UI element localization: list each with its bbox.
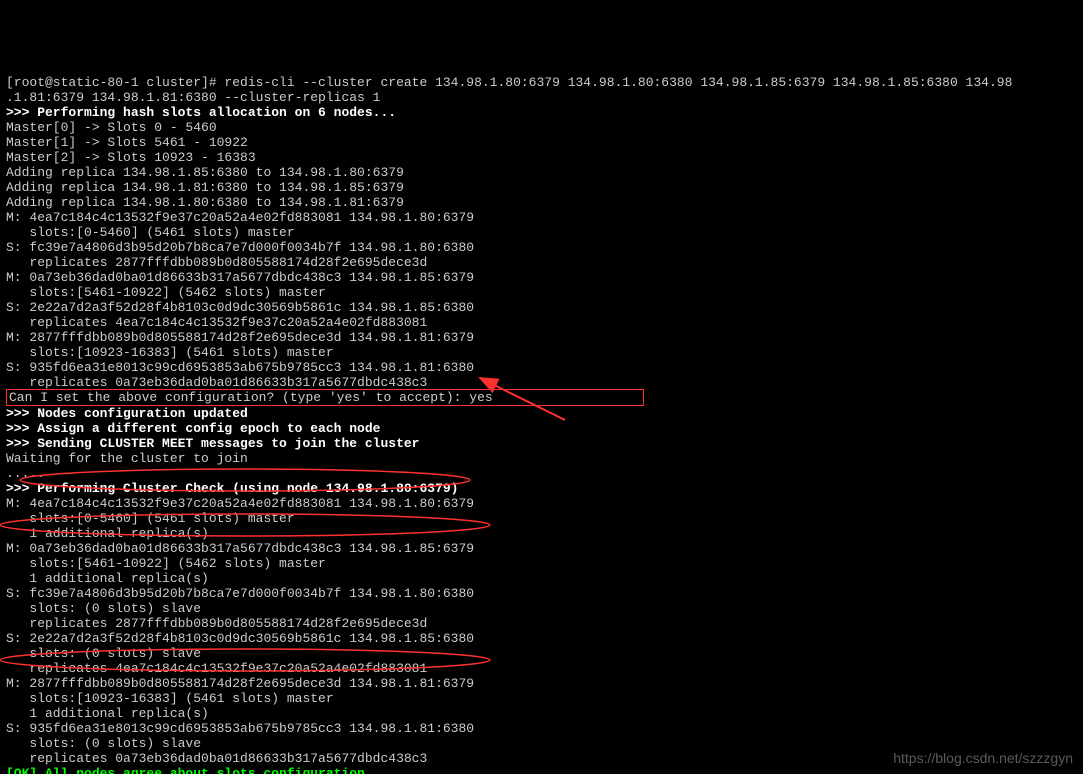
terminal-line: replicates 0a73eb36dad0ba01d86633b317a56… xyxy=(6,375,1077,390)
terminal-line: S: fc39e7a4806d3b95d20b7b8ca7e7d000f0034… xyxy=(6,240,1077,255)
terminal-line: slots:[10923-16383] (5461 slots) master xyxy=(6,345,1077,360)
terminal-line: replicates 2877fffdbb089b0d805588174d28f… xyxy=(6,255,1077,270)
terminal-line: replicates 4ea7c184c4c13532f9e37c20a52a4… xyxy=(6,661,1077,676)
terminal-line: Master[2] -> Slots 10923 - 16383 xyxy=(6,150,1077,165)
terminal-line: [root@static-80-1 cluster]# redis-cli --… xyxy=(6,75,1077,90)
terminal-line: 1 additional replica(s) xyxy=(6,571,1077,586)
terminal-line: S: 935fd6ea31e8013c99cd6953853ab675b9785… xyxy=(6,360,1077,375)
terminal-output[interactable]: [root@static-80-1 cluster]# redis-cli --… xyxy=(0,75,1083,774)
terminal-line: slots:[0-5460] (5461 slots) master xyxy=(6,225,1077,240)
terminal-line: slots: (0 slots) slave xyxy=(6,646,1077,661)
terminal-line: >>> Sending CLUSTER MEET messages to joi… xyxy=(6,436,1077,451)
terminal-line: S: 935fd6ea31e8013c99cd6953853ab675b9785… xyxy=(6,721,1077,736)
terminal-line: slots:[0-5460] (5461 slots) master xyxy=(6,511,1077,526)
terminal-line: replicates 4ea7c184c4c13532f9e37c20a52a4… xyxy=(6,315,1077,330)
terminal-line: >>> Performing Cluster Check (using node… xyxy=(6,481,1077,496)
terminal-line: slots:[10923-16383] (5461 slots) master xyxy=(6,691,1077,706)
terminal-line: Adding replica 134.98.1.81:6380 to 134.9… xyxy=(6,180,1077,195)
terminal-line: >>> Nodes configuration updated xyxy=(6,406,1077,421)
terminal-line: >>> Assign a different config epoch to e… xyxy=(6,421,1077,436)
terminal-line: Can I set the above configuration? (type… xyxy=(6,390,1077,406)
terminal-line: S: 2e22a7d2a3f52d28f4b8103c0d9dc30569b58… xyxy=(6,300,1077,315)
terminal-line: slots: (0 slots) slave xyxy=(6,601,1077,616)
terminal-line: Master[1] -> Slots 5461 - 10922 xyxy=(6,135,1077,150)
terminal-line: 1 additional replica(s) xyxy=(6,526,1077,541)
terminal-line: Waiting for the cluster to join xyxy=(6,451,1077,466)
confirmation-prompt: Can I set the above configuration? (type… xyxy=(6,389,644,406)
terminal-line: slots: (0 slots) slave xyxy=(6,736,1077,751)
terminal-line: replicates 2877fffdbb089b0d805588174d28f… xyxy=(6,616,1077,631)
terminal-line: S: 2e22a7d2a3f52d28f4b8103c0d9dc30569b58… xyxy=(6,631,1077,646)
terminal-line: slots:[5461-10922] (5462 slots) master xyxy=(6,556,1077,571)
terminal-line: Master[0] -> Slots 0 - 5460 xyxy=(6,120,1077,135)
terminal-line: M: 4ea7c184c4c13532f9e37c20a52a4e02fd883… xyxy=(6,496,1077,511)
terminal-line: Adding replica 134.98.1.80:6380 to 134.9… xyxy=(6,195,1077,210)
terminal-line: M: 2877fffdbb089b0d805588174d28f2e695dec… xyxy=(6,676,1077,691)
terminal-line: Adding replica 134.98.1.85:6380 to 134.9… xyxy=(6,165,1077,180)
terminal-line: M: 2877fffdbb089b0d805588174d28f2e695dec… xyxy=(6,330,1077,345)
terminal-line: .1.81:6379 134.98.1.81:6380 --cluster-re… xyxy=(6,90,1077,105)
terminal-line: M: 0a73eb36dad0ba01d86633b317a5677dbdc43… xyxy=(6,270,1077,285)
terminal-line: S: fc39e7a4806d3b95d20b7b8ca7e7d000f0034… xyxy=(6,586,1077,601)
terminal-line: slots:[5461-10922] (5462 slots) master xyxy=(6,285,1077,300)
terminal-line: 1 additional replica(s) xyxy=(6,706,1077,721)
terminal-line: ..... xyxy=(6,466,1077,481)
terminal-line: [OK] All nodes agree about slots configu… xyxy=(6,766,1077,774)
terminal-line: M: 0a73eb36dad0ba01d86633b317a5677dbdc43… xyxy=(6,541,1077,556)
terminal-line: M: 4ea7c184c4c13532f9e37c20a52a4e02fd883… xyxy=(6,210,1077,225)
terminal-line: >>> Performing hash slots allocation on … xyxy=(6,105,1077,120)
